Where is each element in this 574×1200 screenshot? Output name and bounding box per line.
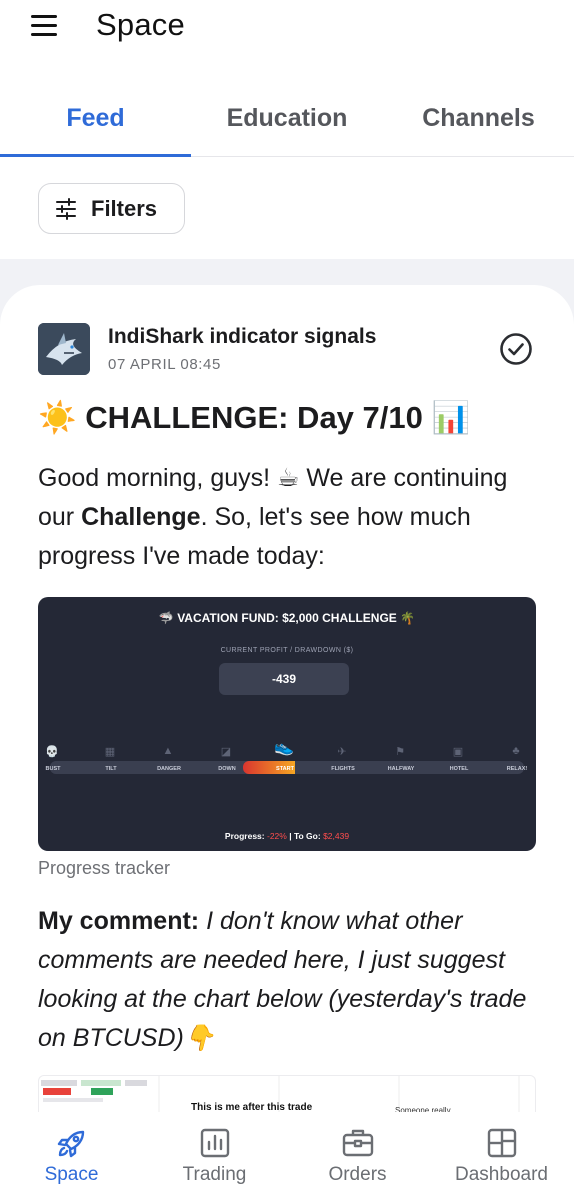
chart-emoji: 📊: [431, 400, 471, 435]
tracker-footer: Progress: -22% | To Go: $2,439: [38, 831, 536, 841]
nav-orders[interactable]: Orders: [286, 1112, 429, 1200]
filters-label: Filters: [91, 195, 158, 221]
tracker-togo-value: $2,439: [323, 831, 350, 841]
nav-space-label: Space: [44, 1164, 99, 1185]
nav-dashboard[interactable]: Dashboard: [429, 1112, 574, 1200]
nav-trading[interactable]: Trading: [143, 1112, 286, 1200]
bar-chart-icon: [200, 1128, 229, 1158]
skull-icon: 💀: [45, 746, 59, 758]
tracker-stop-label: HALFWAY: [387, 766, 415, 772]
post-comment: My comment: I don't know what other comm…: [38, 902, 538, 1058]
shark-logo-icon: [38, 323, 90, 375]
tracker-stop-label: START: [276, 766, 294, 772]
bottom-navigation: Space Trading Orders Dashboard: [0, 1112, 574, 1200]
channel-avatar[interactable]: [38, 323, 90, 375]
tracker-stop-label: FLIGHTS: [331, 766, 355, 772]
sneaker-icon: 👟: [274, 739, 294, 756]
tracker-stop-label: HOTEL: [449, 766, 469, 772]
tracker-progress-label: Progress:: [224, 831, 265, 841]
tracker-stop-label: DOWN: [218, 766, 236, 772]
flag-icon: ⚑: [395, 746, 405, 758]
tracker-progress-value: -22%: [266, 831, 287, 841]
tracker-togo-label: | To Go:: [289, 831, 321, 841]
post-timestamp: 07 APRIL 08:45: [108, 356, 221, 373]
tab-channels[interactable]: Channels: [383, 80, 574, 156]
nav-orders-label: Orders: [328, 1164, 387, 1185]
nav-trading-label: Trading: [182, 1164, 247, 1185]
check-circle-icon[interactable]: [498, 331, 534, 367]
post-title: ☀️ CHALLENGE: Day 7/10 📊: [38, 399, 470, 436]
channel-name[interactable]: IndiShark indicator signals: [108, 325, 376, 349]
chart-down-icon: ◪: [220, 746, 232, 758]
filters-button[interactable]: Filters: [38, 183, 185, 234]
tracker-title: 🦈 VACATION FUND: $2,000 CHALLENGE 🌴: [158, 611, 416, 625]
post-card: IndiShark indicator signals 07 APRIL 08:…: [0, 285, 574, 1200]
hamburger-menu-icon[interactable]: [28, 12, 62, 40]
tracker-stop-label: BUST: [45, 766, 61, 772]
filters-row: Filters: [0, 157, 574, 259]
nav-dashboard-label: Dashboard: [455, 1164, 548, 1185]
page-title: Space: [96, 7, 185, 42]
tracker-value-box: -439: [219, 663, 349, 695]
tracker-subtitle: CURRENT PROFIT / DRAWDOWN ($): [220, 647, 354, 654]
post-title-text: CHALLENGE: Day 7/10: [85, 400, 423, 435]
tracker-stop-label: TILT: [105, 766, 117, 772]
sliders-icon: [56, 197, 76, 220]
tracker-stop-label: RELAX!: [506, 766, 528, 772]
post-body: Good morning, guys! ☕ We are continuing …: [38, 459, 538, 576]
tab-feed[interactable]: Feed: [0, 80, 191, 156]
post-body-bold: Challenge: [81, 503, 201, 531]
plane-icon: ✈: [337, 746, 347, 758]
tilt-icon: ▦: [104, 746, 116, 758]
rocket-icon: [57, 1130, 84, 1158]
tab-bar: Feed Education Channels: [0, 80, 574, 157]
briefcase-icon: [342, 1129, 373, 1157]
tracker-stop-label: DANGER: [157, 766, 181, 772]
warning-icon: ▲: [162, 745, 174, 757]
nav-space[interactable]: Space: [0, 1112, 143, 1200]
sun-emoji: ☀️: [38, 400, 77, 435]
tab-education[interactable]: Education: [191, 80, 383, 156]
dashboard-icon: [487, 1128, 516, 1158]
image-caption: Progress tracker: [38, 858, 171, 878]
progress-tracker-image[interactable]: 🦈 VACATION FUND: $2,000 CHALLENGE 🌴 CURR…: [38, 597, 536, 851]
top-app-bar: Space: [0, 0, 574, 62]
hotel-icon: ▣: [452, 746, 464, 758]
comment-label: My comment:: [38, 907, 200, 935]
palm-icon: ♣: [512, 745, 520, 757]
